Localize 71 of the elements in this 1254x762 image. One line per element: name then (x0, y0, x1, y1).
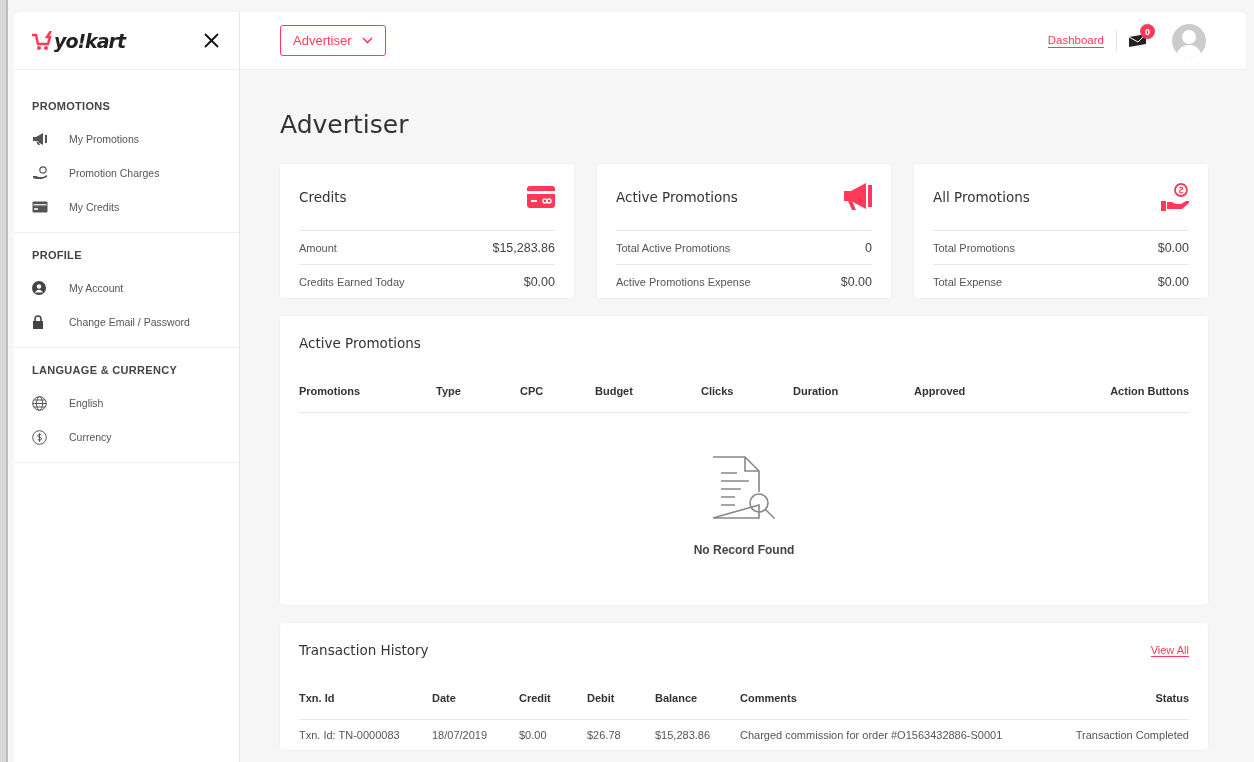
stat-label: Total Promotions (933, 241, 1015, 254)
table-cell-text: $0.00 (519, 729, 548, 741)
logo-text: yo!kart (54, 29, 125, 52)
stat-value: $0.00 (523, 274, 555, 289)
section-heading: LANGUAGE & CURRENCY (32, 364, 179, 376)
column-header: Clicks (701, 385, 735, 397)
stat-label: Total Active Promotions (616, 241, 731, 254)
column-header: Date (432, 692, 457, 704)
card-title: Credits (299, 189, 347, 205)
section-heading: PROFILE (32, 249, 83, 261)
column-header: Balance (655, 692, 699, 704)
section-heading: PROMOTIONS (32, 100, 112, 112)
stat-label: Credits Earned Today (299, 275, 405, 288)
stat-value: $0.00 (840, 274, 872, 289)
column-header: Debit (587, 692, 616, 704)
credit-card-icon (527, 186, 555, 208)
card-title: All Promotions (933, 189, 1030, 205)
dollar-circle-icon (32, 429, 47, 445)
sidebar-item[interactable]: My Credits (69, 201, 120, 213)
notification-badge: 0 (1140, 24, 1155, 39)
card-title: Active Promotions (616, 189, 738, 205)
column-header: Approved (914, 385, 967, 397)
panel-title: Transaction History (299, 642, 429, 658)
lock-icon (32, 315, 44, 329)
sidebar-item[interactable]: Promotion Charges (69, 167, 160, 179)
stat-value: $15,283.86 (492, 240, 555, 255)
dashboard-link[interactable]: Dashboard (1047, 33, 1104, 48)
hand-coin-icon (1161, 183, 1189, 211)
column-header: Promotions (299, 385, 362, 397)
panel-title: Active Promotions (299, 335, 421, 351)
stat-value: $0.00 (1157, 240, 1189, 255)
column-header: Duration (793, 385, 840, 397)
page-title: Advertiser (280, 110, 410, 139)
column-header: Comments (740, 692, 798, 704)
document-search-icon (711, 455, 777, 521)
stat-label: Total Expense (933, 275, 1003, 288)
close-icon (204, 33, 219, 48)
table-cell-text: Charged commission for order #O1563432886-S0001 (740, 729, 1004, 741)
stat-label: Amount (299, 241, 337, 254)
role-dropdown[interactable]: Advertiser (280, 25, 386, 56)
sidebar-item[interactable]: English (69, 397, 104, 409)
chevron-down-icon (361, 37, 373, 44)
column-header: Action Buttons (1110, 385, 1189, 397)
hand-coin-icon (32, 166, 48, 180)
sidebar-item[interactable]: Change Email / Password (69, 316, 190, 328)
column-header: Txn. Id (299, 692, 336, 704)
sidebar-item[interactable]: My Promotions (69, 133, 140, 145)
column-header: Credit (519, 692, 552, 704)
table-cell-text: $26.78 (587, 729, 622, 741)
view-all-link[interactable]: View All (1150, 643, 1189, 657)
column-header: Budget (595, 385, 634, 397)
empty-message: No Record Found (693, 543, 795, 557)
megaphone-icon (844, 183, 872, 211)
stat-value: $0.00 (1157, 274, 1189, 289)
table-cell: Transaction Completed (1075, 729, 1189, 741)
stat-label: Active Promotions Expense (616, 275, 751, 288)
close-button[interactable] (204, 33, 219, 48)
cart-logo-icon (32, 30, 52, 51)
megaphone-icon (32, 132, 48, 146)
globe-icon (32, 395, 47, 411)
table-cell-text: Txn. Id: TN-0000083 (299, 729, 401, 741)
sidebar-item[interactable]: Currency (69, 431, 112, 443)
column-header: Type (436, 385, 462, 397)
column-header: CPC (520, 385, 545, 397)
credit-card-icon (32, 201, 48, 213)
stat-value: 0 (865, 240, 872, 255)
column-header: Status (1155, 692, 1189, 704)
sidebar-item[interactable]: My Account (69, 282, 124, 294)
user-icon (32, 281, 46, 295)
table-cell-text: 18/07/2019 (432, 729, 489, 741)
table-cell-text: $15,283.86 (655, 729, 712, 741)
